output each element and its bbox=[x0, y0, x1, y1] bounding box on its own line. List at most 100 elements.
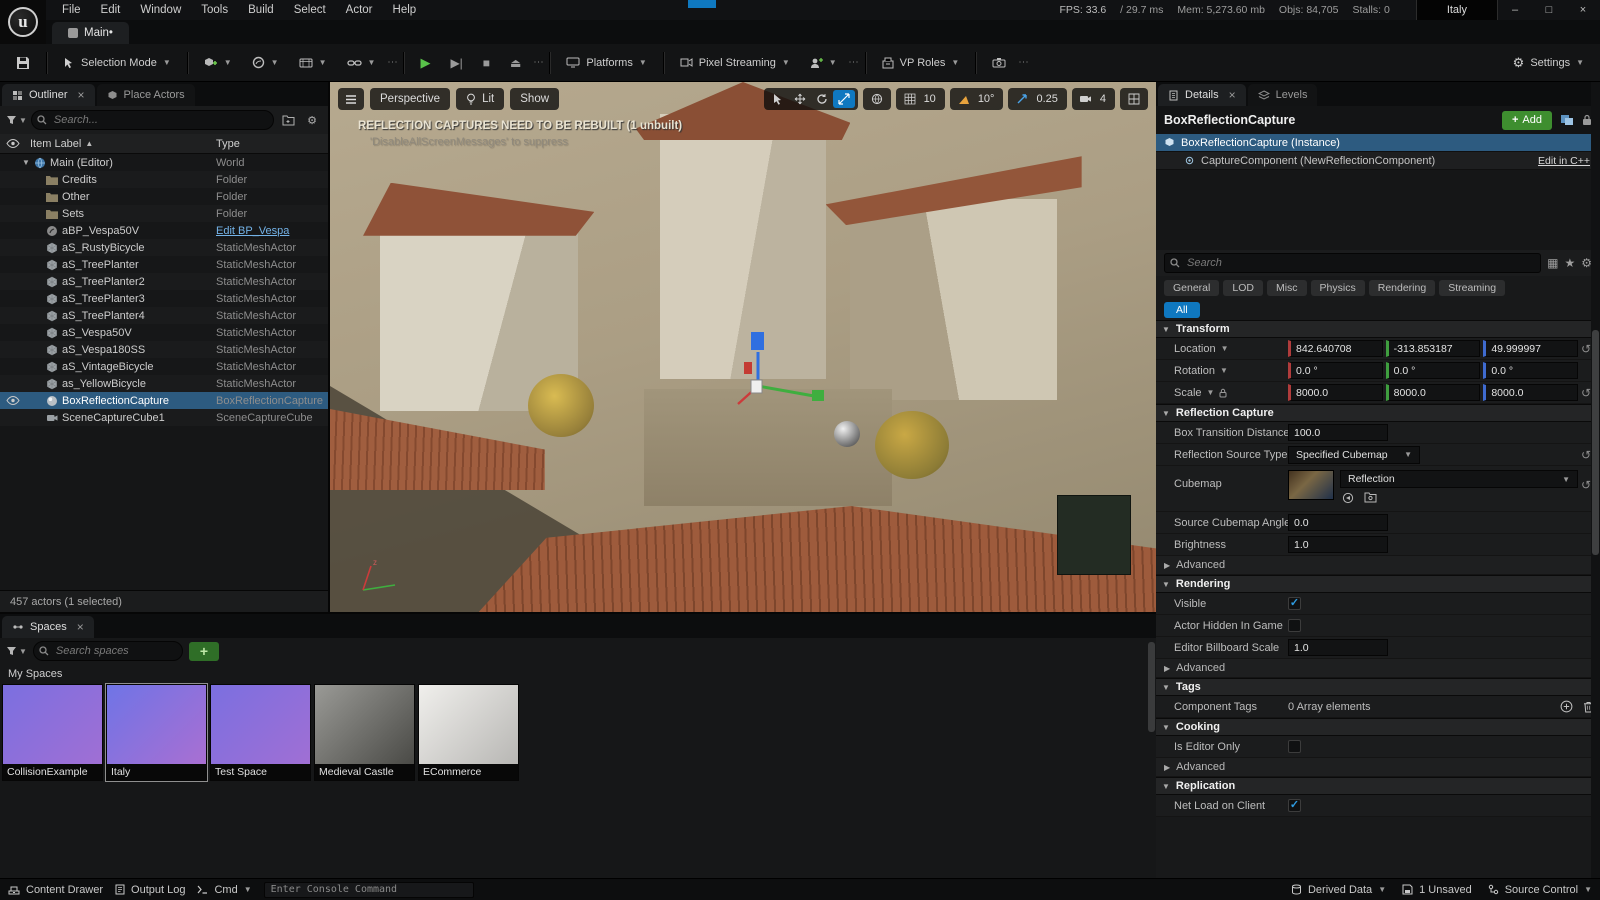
tab-spaces[interactable]: Spaces × bbox=[2, 616, 94, 638]
menu-help[interactable]: Help bbox=[383, 4, 427, 16]
section-reflection-capture[interactable]: ▼Reflection Capture bbox=[1156, 404, 1600, 422]
eject-button[interactable]: ⏏ bbox=[502, 50, 529, 76]
quad-view-toggle[interactable] bbox=[1123, 90, 1145, 108]
rotation-y-field[interactable] bbox=[1386, 362, 1481, 379]
overflow-dots[interactable]: ⋮ bbox=[389, 57, 393, 68]
blueprints-dropdown[interactable]: ▼ bbox=[244, 50, 287, 76]
outliner-row[interactable]: BoxReflectionCaptureBoxReflectionCapture bbox=[0, 392, 328, 409]
stop-button[interactable]: ■ bbox=[475, 50, 498, 76]
outliner-row[interactable]: as_YellowBicycleStaticMeshActor bbox=[0, 375, 328, 392]
cinematics-dropdown[interactable]: ▼ bbox=[291, 50, 335, 76]
output-log-button[interactable]: Output Log bbox=[115, 884, 185, 896]
close-icon[interactable]: × bbox=[77, 620, 84, 634]
filter-chip-lod[interactable]: LOD bbox=[1223, 280, 1263, 296]
outliner-row[interactable]: aS_Vespa50VStaticMeshActor bbox=[0, 324, 328, 341]
link-dropdown[interactable]: ▼ bbox=[339, 50, 384, 76]
frame-skip-button[interactable]: ▶| bbox=[442, 50, 470, 76]
outliner-row[interactable]: aBP_Vespa50VEdit BP_Vespa bbox=[0, 222, 328, 239]
derived-data-button[interactable]: Derived Data▼ bbox=[1291, 884, 1386, 896]
section-rendering[interactable]: ▼Rendering bbox=[1156, 575, 1600, 593]
console-input[interactable] bbox=[264, 882, 474, 898]
section-replication[interactable]: ▼Replication bbox=[1156, 777, 1600, 795]
scale-snap-toggle[interactable] bbox=[1011, 90, 1033, 108]
filter-chip-rendering[interactable]: Rendering bbox=[1369, 280, 1435, 296]
add-space-button[interactable]: + bbox=[189, 642, 219, 661]
rotation-snap-value[interactable]: 10° bbox=[975, 93, 1001, 105]
use-selected-asset-icon[interactable] bbox=[1342, 492, 1354, 504]
reflection-advanced-expander[interactable]: ▶Advanced bbox=[1156, 556, 1600, 575]
space-card[interactable]: ECommerce bbox=[418, 684, 519, 781]
brightness-field[interactable] bbox=[1288, 536, 1388, 553]
close-icon[interactable]: × bbox=[1229, 88, 1236, 102]
camera-speed-toggle[interactable] bbox=[1075, 90, 1097, 108]
filter-dropdown[interactable]: ▼ bbox=[6, 115, 27, 125]
outliner-row[interactable]: aS_TreePlanter2StaticMeshActor bbox=[0, 273, 328, 290]
space-card[interactable]: Test Space bbox=[210, 684, 311, 781]
sort-arrow-icon[interactable]: ▲ bbox=[85, 139, 93, 148]
rotation-z-field[interactable] bbox=[1483, 362, 1578, 379]
grid-snap-toggle[interactable] bbox=[899, 90, 921, 108]
perspective-dropdown[interactable]: Perspective bbox=[370, 88, 450, 110]
filter-chip-general[interactable]: General bbox=[1164, 280, 1219, 296]
cubemap-thumbnail[interactable] bbox=[1288, 470, 1334, 500]
filter-chip-streaming[interactable]: Streaming bbox=[1439, 280, 1505, 296]
location-y-field[interactable] bbox=[1386, 340, 1481, 357]
outliner-row[interactable]: ▼Main (Editor)World bbox=[0, 154, 328, 171]
browse-to-asset-icon[interactable] bbox=[1364, 492, 1377, 504]
edit-in-cpp-link[interactable]: Edit in C++ bbox=[1538, 155, 1590, 167]
pixel-streaming-dropdown[interactable]: Pixel Streaming ▼ bbox=[672, 50, 798, 76]
scale-y-field[interactable] bbox=[1386, 384, 1481, 401]
show-dropdown[interactable]: Show bbox=[510, 88, 559, 110]
outliner-search-input[interactable] bbox=[31, 110, 274, 130]
viewport[interactable]: Perspective Lit Show bbox=[330, 82, 1156, 612]
platforms-dropdown[interactable]: Platforms ▼ bbox=[558, 50, 654, 76]
outliner-settings-button[interactable]: ⚙ bbox=[302, 110, 322, 130]
instance-row[interactable]: BoxReflectionCapture (Instance) bbox=[1156, 134, 1600, 152]
angle-field[interactable] bbox=[1288, 514, 1388, 531]
cubemap-select[interactable]: Reflection▼ bbox=[1340, 470, 1578, 488]
outliner-row[interactable]: CreditsFolder bbox=[0, 171, 328, 188]
world-space-toggle[interactable] bbox=[866, 90, 888, 108]
scale-dropdown[interactable]: Scale▼ bbox=[1156, 387, 1288, 399]
menu-actor[interactable]: Actor bbox=[336, 4, 383, 16]
close-icon[interactable]: × bbox=[78, 88, 85, 102]
scale-lock-icon[interactable] bbox=[1219, 388, 1227, 398]
transform-gizmo[interactable] bbox=[718, 326, 838, 436]
unreal-logo[interactable]: u bbox=[0, 0, 46, 44]
vp-roles-dropdown[interactable]: VP Roles ▼ bbox=[874, 50, 968, 76]
save-button[interactable] bbox=[8, 50, 38, 76]
scale-snap-value[interactable]: 0.25 bbox=[1033, 93, 1063, 105]
select-tool[interactable] bbox=[767, 90, 789, 108]
scale-z-field[interactable] bbox=[1483, 384, 1578, 401]
add-actor-dropdown[interactable]: ▼ bbox=[196, 50, 240, 76]
close-button[interactable]: × bbox=[1566, 0, 1600, 20]
new-folder-button[interactable] bbox=[278, 110, 298, 130]
location-dropdown[interactable]: Location▼ bbox=[1156, 343, 1288, 355]
rotate-tool[interactable] bbox=[811, 90, 833, 108]
display-options-icon[interactable]: ▦ bbox=[1547, 256, 1558, 270]
unsaved-button[interactable]: 1 Unsaved bbox=[1402, 884, 1472, 896]
billboard-field[interactable] bbox=[1288, 639, 1388, 656]
maximize-button[interactable]: □ bbox=[1532, 0, 1566, 20]
add-element-icon[interactable] bbox=[1560, 700, 1573, 713]
detail-view-options-icon[interactable] bbox=[1560, 114, 1574, 126]
space-card[interactable]: CollisionExample bbox=[2, 684, 103, 781]
rendering-advanced-expander[interactable]: ▶Advanced bbox=[1156, 659, 1600, 678]
section-cooking[interactable]: ▼Cooking bbox=[1156, 718, 1600, 736]
content-drawer-button[interactable]: Content Drawer bbox=[8, 884, 103, 896]
menu-file[interactable]: File bbox=[52, 4, 91, 16]
capture-options-dots[interactable]: ⋮ bbox=[1020, 57, 1024, 68]
menu-tools[interactable]: Tools bbox=[191, 4, 238, 16]
outliner-row[interactable]: SetsFolder bbox=[0, 205, 328, 222]
tab-place-actors[interactable]: Place Actors bbox=[97, 84, 195, 106]
is-editor-only-checkbox[interactable] bbox=[1288, 740, 1301, 753]
visible-checkbox[interactable]: ✓ bbox=[1288, 597, 1301, 610]
section-tags[interactable]: ▼Tags bbox=[1156, 678, 1600, 696]
outliner-row[interactable]: aS_TreePlanter4StaticMeshActor bbox=[0, 307, 328, 324]
rotation-snap-toggle[interactable] bbox=[953, 90, 975, 108]
capture-tool-button[interactable] bbox=[984, 50, 1014, 76]
outliner-row[interactable]: OtherFolder bbox=[0, 188, 328, 205]
user-options-dots[interactable]: ⋮ bbox=[851, 57, 855, 68]
outliner-row[interactable]: SceneCaptureCube1SceneCaptureCube bbox=[0, 409, 328, 426]
tab-details[interactable]: Details × bbox=[1158, 84, 1246, 106]
